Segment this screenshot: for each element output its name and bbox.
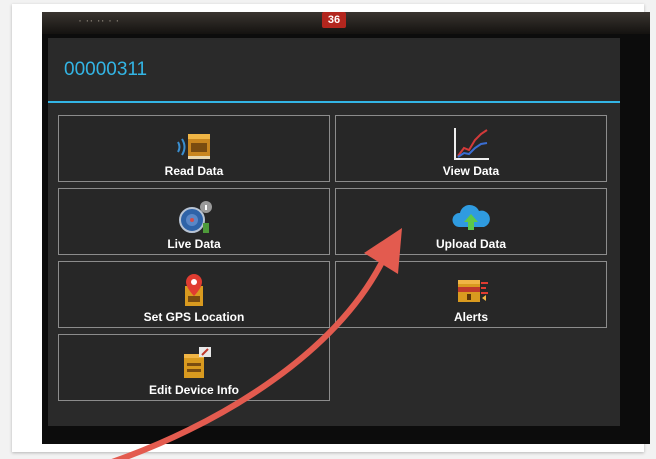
set-gps-location-button[interactable]: Set GPS Location — [58, 261, 330, 328]
edit-device-icon — [184, 347, 211, 378]
alert-icon — [458, 280, 488, 302]
live-gauge-icon — [179, 201, 212, 233]
upload-data-button[interactable]: Upload Data — [335, 188, 607, 255]
view-data-button[interactable]: View Data — [335, 115, 607, 182]
edit-device-info-label: Edit Device Info — [148, 383, 240, 397]
cloud-upload-icon — [452, 204, 490, 230]
upload-data-label: Upload Data — [435, 237, 506, 251]
alerts-button[interactable]: Alerts — [335, 261, 607, 328]
set-gps-location-label: Set GPS Location — [143, 310, 245, 324]
title-divider — [48, 101, 620, 103]
device-wireless-icon — [177, 134, 210, 159]
alerts-label: Alerts — [453, 310, 488, 324]
menu-dialog: 00000311 Read Data View Data Live Data U… — [48, 38, 620, 426]
read-data-button[interactable]: Read Data — [58, 115, 330, 182]
dialog-title: 00000311 — [64, 59, 148, 80]
live-data-label: Live Data — [167, 237, 221, 251]
view-data-label: View Data — [442, 164, 500, 178]
status-bar: · ·· ·· · · 36 — [42, 12, 650, 34]
edit-device-info-button[interactable]: Edit Device Info — [58, 334, 330, 401]
map-pin-icon — [185, 274, 203, 306]
read-data-label: Read Data — [164, 164, 224, 178]
status-text: · ·· ·· · · — [78, 13, 120, 27]
notification-badge: 36 — [322, 12, 346, 28]
live-data-button[interactable]: Live Data — [58, 188, 330, 255]
line-chart-icon — [454, 128, 489, 160]
